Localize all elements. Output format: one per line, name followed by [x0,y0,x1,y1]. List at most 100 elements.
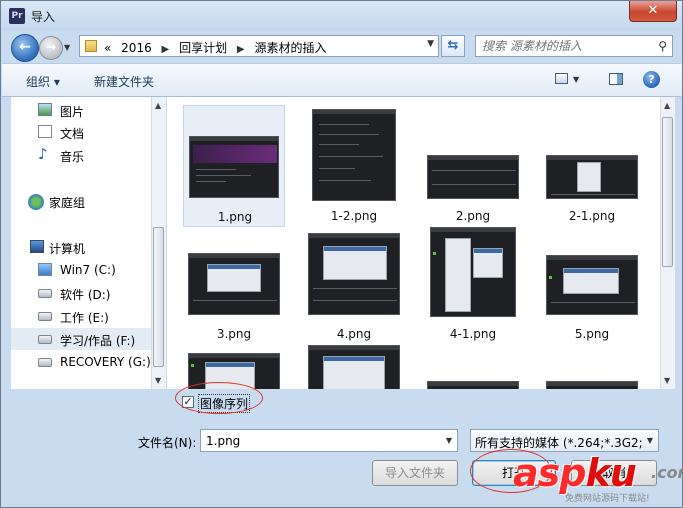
scroll-up-icon[interactable]: ▲ [664,101,670,110]
close-button[interactable]: ✕ [629,1,677,22]
file-name: 2-1.png [568,209,616,223]
drive-icon [38,358,52,367]
scrollbar-thumb[interactable] [153,227,164,367]
sidebar-item-drive-f[interactable]: 学习/作品 (F:) [11,328,151,350]
title-bar: Pr 导入 ✕ [1,1,682,31]
sidebar-item-label: 文档 [60,127,85,141]
view-dropdown-icon[interactable]: ▼ [573,75,579,84]
address-dropdown-icon[interactable]: ▼ [427,39,434,49]
chevron-down-icon[interactable]: ▼ [647,436,653,445]
chevron-right-icon[interactable]: ▶ [162,44,170,55]
refresh-button[interactable]: ⇆ [441,35,465,57]
image-thumbnail [312,109,396,201]
image-thumbnail [308,233,400,315]
file-item-8[interactable]: 5.png [541,223,643,345]
file-item-9[interactable] [183,341,285,389]
file-name: 4-1.png [449,327,497,341]
file-list: 1.png 1-2.png 2.png 2-1.png 3.png 4.png … [167,97,660,389]
file-name: 1.png [217,210,253,224]
search-input[interactable] [480,38,654,54]
scroll-up-icon[interactable]: ▲ [155,101,161,110]
scroll-down-icon[interactable]: ▼ [155,376,161,385]
computer-icon [30,240,44,253]
address-bar[interactable]: « 2016 ▶ 回享计划 ▶ 源素材的插入 ▼ [79,35,439,57]
chevron-right-icon[interactable]: ▶ [237,44,245,55]
sidebar-item-pictures[interactable]: 图片 [11,99,151,121]
sidebar-item-music[interactable]: ♪ 音乐 [11,144,151,166]
import-folder-button[interactable]: 导入文件夹 [372,460,458,486]
file-name: 2.png [455,209,491,223]
image-thumbnail [546,155,638,199]
refresh-icon: ⇆ [447,38,459,53]
file-item-7[interactable]: 4-1.png [422,223,524,345]
homegroup-icon [28,194,44,210]
image-thumbnail [189,136,279,198]
navigation-scrollbar[interactable]: ▲ ▼ [151,97,166,389]
file-item-2[interactable]: 1-2.png [303,105,405,227]
windows-drive-icon [38,263,52,276]
change-view-icon[interactable] [555,73,568,84]
image-thumbnail [546,255,638,315]
watermark-tld: .com [651,463,683,482]
chevron-down-icon[interactable]: ▼ [446,436,452,445]
breadcrumb-item-2016[interactable]: 2016 [121,41,152,55]
documents-icon [38,125,52,138]
window-title: 导入 [31,10,56,24]
pictures-icon [38,103,52,116]
file-item-6[interactable]: 4.png [303,223,405,345]
breadcrumb-item-source-insert[interactable]: 源素材的插入 [254,41,326,55]
forward-arrow-icon: → [45,40,57,54]
image-thumbnail [546,381,638,389]
sidebar-item-label: 音乐 [60,150,85,164]
sidebar-item-drive-c[interactable]: Win7 (C:) [11,259,151,281]
filename-combobox[interactable]: ▼ [200,429,458,452]
watermark-subtitle: 免费网站源码下载站! [565,494,650,504]
file-item-4[interactable]: 2-1.png [541,105,643,227]
preview-pane-icon[interactable] [609,73,623,85]
scrollbar-thumb[interactable] [662,117,673,267]
file-item-12[interactable] [541,341,643,389]
sidebar-item-label: 学习/作品 (F:) [60,334,136,348]
history-dropdown-icon[interactable]: ▼ [64,43,70,52]
navigation-pane: 图片 文档 ♪ 音乐 家庭组 计算机 Win7 (C:) 软件 (D:) 工作 [11,97,151,389]
file-item-11[interactable] [422,341,524,389]
sidebar-item-homegroup[interactable]: 家庭组 [11,190,151,212]
breadcrumb-overflow[interactable]: « [104,41,111,55]
filename-input[interactable] [204,433,428,449]
image-thumbnail [188,253,280,315]
file-name: 3.png [216,327,252,341]
image-thumbnail [308,345,400,389]
sidebar-item-computer[interactable]: 计算机 [11,236,151,258]
help-icon[interactable]: ? [643,71,660,88]
file-item-10[interactable] [303,341,405,389]
new-folder-button[interactable]: 新建文件夹 [94,73,154,90]
back-button[interactable]: ← [11,34,39,62]
sidebar-item-label: 软件 (D:) [60,288,111,302]
sidebar-item-drive-e[interactable]: 工作 (E:) [11,305,151,327]
drive-icon [38,335,52,344]
search-icon[interactable]: ⚲ [658,39,667,53]
file-item-1[interactable]: 1.png [183,105,285,227]
image-thumbnail [430,227,516,317]
search-box[interactable]: ⚲ [475,35,673,57]
file-list-scrollbar[interactable]: ▲ ▼ [660,97,675,389]
annotation-circle [175,382,263,414]
organize-button[interactable]: 组织 ▾ [26,73,60,90]
file-item-5[interactable]: 3.png [183,223,285,345]
image-thumbnail [427,381,519,389]
drive-icon [38,312,52,321]
forward-button[interactable]: → [39,36,63,60]
sidebar-item-drive-d[interactable]: 软件 (D:) [11,282,151,304]
sidebar-item-drive-g[interactable]: RECOVERY (G:) [11,351,151,373]
music-icon: ♪ [38,145,48,163]
scroll-down-icon[interactable]: ▼ [664,376,670,385]
file-item-3[interactable]: 2.png [422,105,524,227]
file-name: 4.png [336,327,372,341]
sidebar-item-label: Win7 (C:) [60,263,116,277]
sidebar-item-label: RECOVERY (G:) [60,355,151,369]
breadcrumb-item-share-plan[interactable]: 回享计划 [179,41,227,55]
filetype-select[interactable]: 所有支持的媒体 (*.264;*.3G2;* ▼ [470,429,659,452]
filetype-value: 所有支持的媒体 (*.264;*.3G2;* [475,436,643,450]
sidebar-item-documents[interactable]: 文档 [11,121,151,143]
sidebar-item-label: 家庭组 [49,196,86,210]
